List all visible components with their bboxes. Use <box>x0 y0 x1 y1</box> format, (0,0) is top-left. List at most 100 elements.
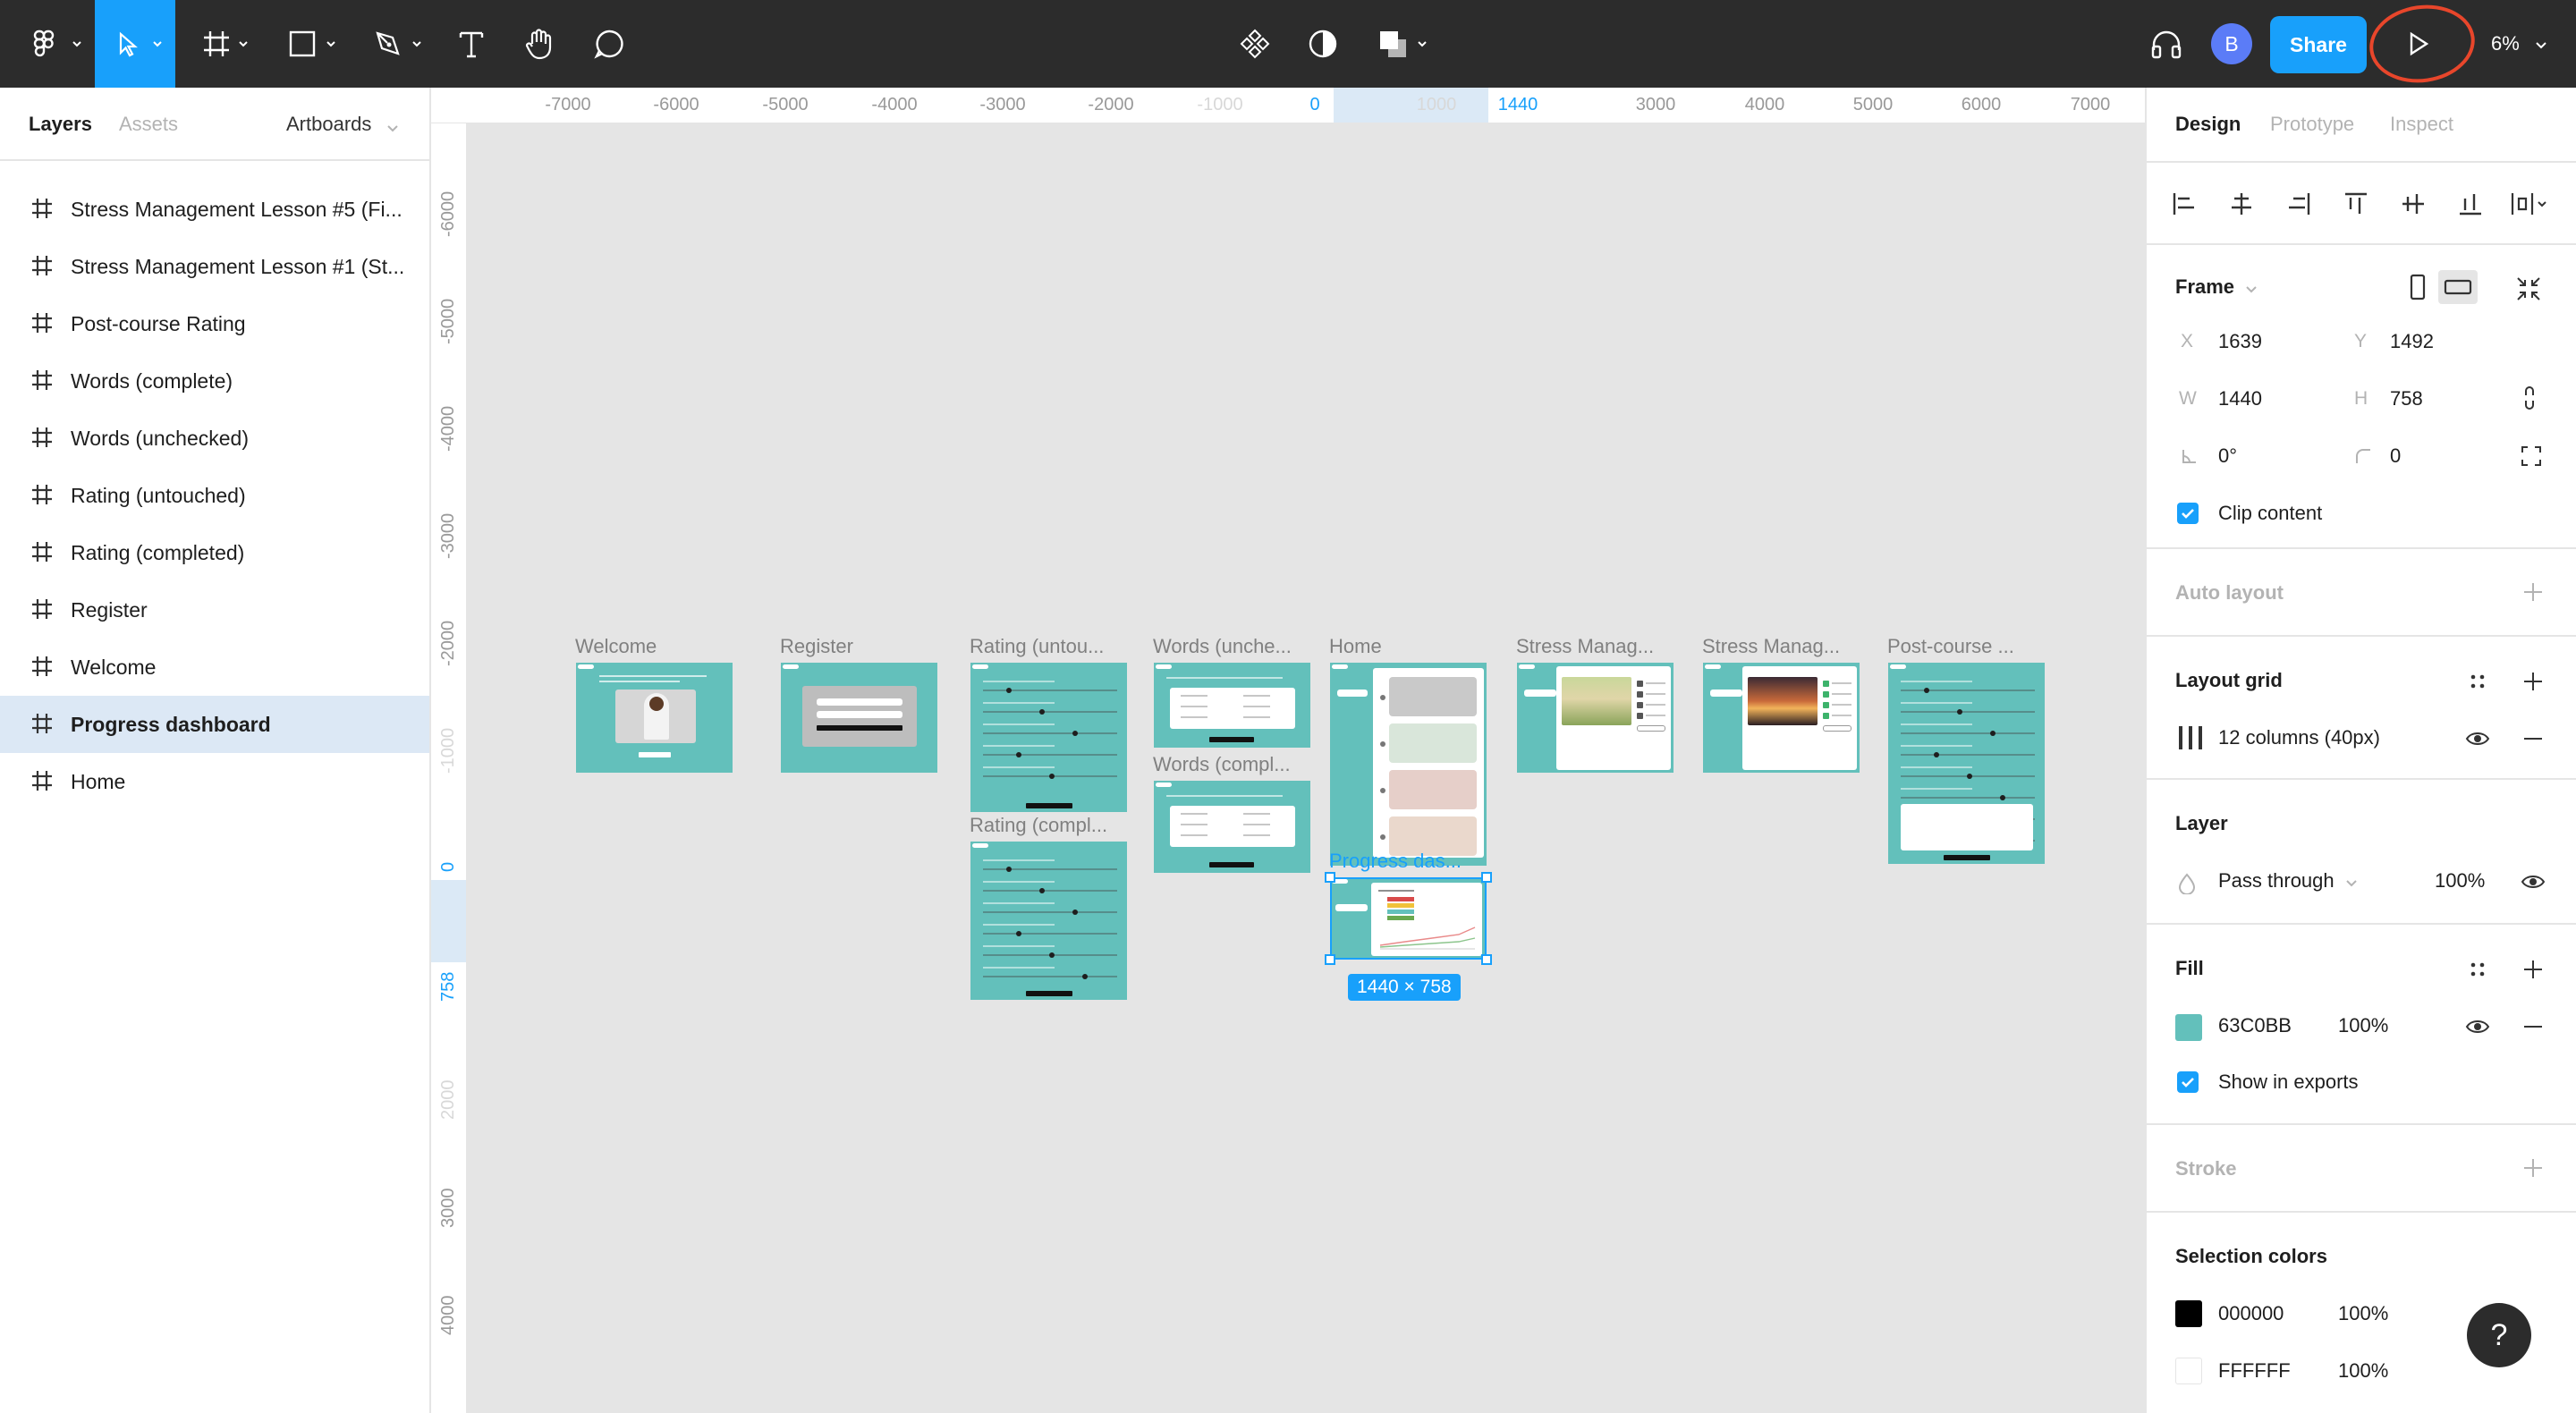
frame-label[interactable]: Welcome <box>575 635 727 658</box>
selection-color-opacity[interactable]: 100% <box>2338 1302 2388 1325</box>
constrain-proportions-icon[interactable] <box>2522 385 2537 411</box>
selection-color-opacity[interactable]: 100% <box>2338 1359 2388 1383</box>
height-input[interactable]: 758 <box>2390 387 2423 410</box>
design-canvas[interactable]: Welcome Register Rating (untou... Words (un… <box>468 124 2145 1413</box>
y-input[interactable]: 1492 <box>2390 330 2434 353</box>
frame-section-title[interactable]: Frame <box>2175 275 2234 299</box>
align-bottom-icon[interactable] <box>2458 191 2483 216</box>
resize-handle[interactable] <box>1481 872 1492 883</box>
layer-item[interactable]: Words (unchecked) <box>0 410 429 467</box>
shape-tool-icon[interactable] <box>279 0 342 88</box>
independent-corners-icon[interactable] <box>2521 445 2542 467</box>
align-top-icon[interactable] <box>2343 191 2368 216</box>
audio-headphones-icon[interactable] <box>2145 0 2188 88</box>
columns-grid-icon[interactable] <box>2177 724 2204 751</box>
artboard-thumbnail[interactable] <box>781 663 937 773</box>
tab-layers[interactable]: Layers <box>29 113 92 136</box>
artboard-thumbnail[interactable] <box>970 663 1127 812</box>
layer-item[interactable]: Stress Management Lesson #1 (St... <box>0 238 429 295</box>
resize-handle[interactable] <box>1325 872 1335 883</box>
artboard-thumbnail[interactable] <box>576 663 733 773</box>
remove-layout-grid-icon[interactable] <box>2522 728 2544 749</box>
artboard-thumbnail[interactable] <box>1517 663 1674 773</box>
move-tool-icon[interactable] <box>95 0 175 88</box>
layer-item[interactable]: Register <box>0 581 429 639</box>
add-stroke-icon[interactable] <box>2522 1157 2544 1179</box>
frame-label[interactable]: Register <box>780 635 932 658</box>
show-in-exports-checkbox[interactable] <box>2177 1071 2199 1093</box>
avatar[interactable]: B <box>2211 23 2252 64</box>
artboard-thumbnail[interactable] <box>1154 781 1310 873</box>
blend-mode-dropdown[interactable]: Pass through <box>2218 869 2334 893</box>
eye-icon[interactable] <box>2465 1018 2490 1036</box>
resize-handle[interactable] <box>1481 954 1492 965</box>
hand-tool-icon[interactable] <box>517 0 562 88</box>
frame-label[interactable]: Progress das... <box>1329 850 1487 873</box>
layer-item[interactable]: Welcome <box>0 639 429 696</box>
artboard-thumbnail[interactable] <box>1703 663 1860 773</box>
layout-grid-value[interactable]: 12 columns (40px) <box>2218 726 2380 749</box>
frame-label[interactable]: Words (unche... <box>1153 635 1310 658</box>
frame-label[interactable]: Rating (compl... <box>970 814 1127 837</box>
frame-label[interactable]: Post-course ... <box>1887 635 2045 658</box>
pen-tool-icon[interactable] <box>365 0 428 88</box>
text-tool-icon[interactable] <box>449 0 494 88</box>
frame-label[interactable]: Stress Manag... <box>1516 635 1674 658</box>
layer-item[interactable]: Words (complete) <box>0 352 429 410</box>
layer-item[interactable]: Rating (untouched) <box>0 467 429 524</box>
add-fill-icon[interactable] <box>2522 959 2544 980</box>
comment-tool-icon[interactable] <box>587 0 631 88</box>
selection-color-hex[interactable]: FFFFFF <box>2218 1359 2291 1383</box>
artboard-thumbnail[interactable] <box>970 842 1127 1000</box>
remove-fill-icon[interactable] <box>2522 1016 2544 1037</box>
frame-label[interactable]: Home <box>1329 635 1487 658</box>
resize-handle[interactable] <box>1325 954 1335 965</box>
corner-radius-input[interactable]: 0 <box>2390 444 2401 468</box>
landscape-orientation-icon[interactable] <box>2444 279 2472 295</box>
eye-icon[interactable] <box>2465 730 2490 748</box>
artboard-thumbnail[interactable] <box>1154 663 1310 748</box>
portrait-orientation-icon[interactable] <box>2410 274 2426 300</box>
fill-hex-input[interactable]: 63C0BB <box>2218 1014 2292 1037</box>
layer-item[interactable]: Home <box>0 753 429 810</box>
tab-design[interactable]: Design <box>2175 113 2241 136</box>
frame-label[interactable]: Words (compl... <box>1153 753 1310 776</box>
tab-assets[interactable]: Assets <box>119 113 178 136</box>
resize-to-fit-icon[interactable] <box>2515 275 2542 302</box>
fill-styles-icon[interactable] <box>2467 959 2488 980</box>
frame-label[interactable]: Rating (untou... <box>970 635 1127 658</box>
align-vertical-center-icon[interactable] <box>2401 191 2426 216</box>
add-auto-layout-icon[interactable] <box>2522 581 2544 603</box>
frame-label[interactable]: Stress Manag... <box>1702 635 1860 658</box>
zoom-dropdown[interactable]: 6% <box>2491 32 2520 55</box>
eye-icon[interactable] <box>2521 873 2546 891</box>
artboard-thumbnail[interactable] <box>1330 663 1487 866</box>
add-layout-grid-icon[interactable] <box>2522 671 2544 692</box>
layer-item[interactable]: Progress dashboard <box>0 696 429 753</box>
width-input[interactable]: 1440 <box>2218 387 2262 410</box>
tab-inspect[interactable]: Inspect <box>2390 113 2453 136</box>
layer-item[interactable]: Rating (completed) <box>0 524 429 581</box>
layer-item[interactable]: Post-course Rating <box>0 295 429 352</box>
layer-opacity-input[interactable]: 100% <box>2435 869 2485 893</box>
grid-styles-icon[interactable] <box>2467 671 2488 692</box>
share-button[interactable]: Share <box>2270 16 2367 73</box>
selection-color-swatch[interactable] <box>2175 1358 2202 1384</box>
fill-opacity-input[interactable]: 100% <box>2338 1014 2388 1037</box>
components-icon[interactable] <box>1234 0 1275 88</box>
distribute-icon[interactable] <box>2510 191 2549 216</box>
align-right-icon[interactable] <box>2286 191 2311 216</box>
frame-tool-icon[interactable] <box>193 0 256 88</box>
align-left-icon[interactable] <box>2172 191 2197 216</box>
page-selector[interactable]: Artboards <box>286 113 371 136</box>
x-input[interactable]: 1639 <box>2218 330 2262 353</box>
mask-icon[interactable] <box>1302 0 1343 88</box>
help-button[interactable]: ? <box>2467 1303 2531 1367</box>
align-horizontal-center-icon[interactable] <box>2229 191 2254 216</box>
boolean-ops-icon[interactable] <box>1370 0 1433 88</box>
artboard-thumbnail[interactable] <box>1888 663 2045 864</box>
figma-menu-icon[interactable] <box>16 0 81 88</box>
selection-color-hex[interactable]: 000000 <box>2218 1302 2284 1325</box>
clip-content-checkbox[interactable] <box>2177 503 2199 524</box>
layer-item[interactable]: Stress Management Lesson #5 (Fi... <box>0 181 429 238</box>
